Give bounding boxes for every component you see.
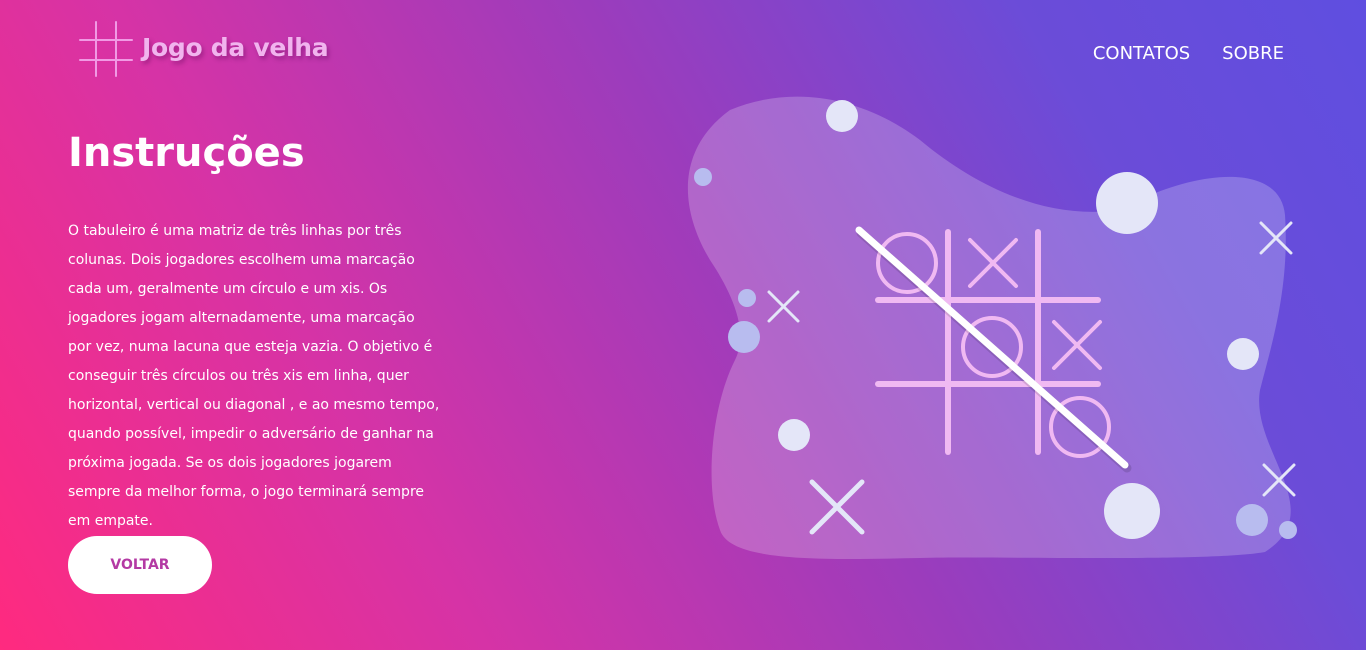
instructions-text: O tabuleiro é uma matriz de três linhas …	[68, 223, 440, 529]
tic-tac-toe-illustration	[687, 96, 1297, 559]
hash-grid-icon	[79, 21, 133, 77]
main-nav: CONTATOS SOBRE	[1093, 43, 1284, 64]
back-button[interactable]: VOLTAR	[68, 536, 212, 594]
nav-link-about[interactable]: SOBRE	[1222, 43, 1284, 64]
logo[interactable]: Jogo da velha	[78, 20, 329, 78]
page-title: Instruções	[68, 130, 305, 176]
illustration-blob	[687, 96, 1291, 559]
logo-text: Jogo da velha	[142, 32, 329, 62]
nav-link-contacts[interactable]: CONTATOS	[1093, 43, 1190, 64]
